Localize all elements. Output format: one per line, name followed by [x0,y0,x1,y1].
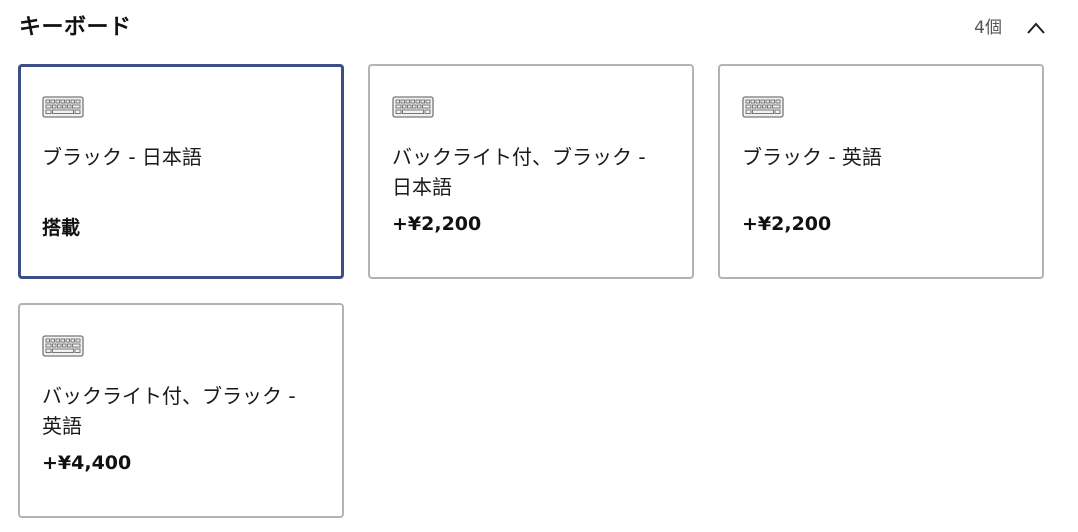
collapse-toggle[interactable] [1024,16,1048,40]
option-price: +¥2,200 [392,213,482,235]
keyboard-icon [42,96,84,118]
option-card-black-japanese[interactable]: ブラック - 日本語 搭載 [18,64,344,279]
option-name: ブラック - 日本語 [42,145,202,169]
option-card-backlit-black-japanese[interactable]: バックライト付、ブラック - 日本語 +¥2,200 [368,64,694,279]
keyboard-options: ブラック - 日本語 搭載 バックライト付、ブラック - 日本語 +¥2,200… [18,64,1044,518]
keyboard-icon [42,335,84,357]
option-name: ブラック - 英語 [742,145,882,169]
keyboard-icon [392,96,434,118]
chevron-up-icon [1027,22,1045,34]
section-title: キーボード [19,15,132,40]
keyboard-icon [742,96,784,118]
option-name: バックライト付、ブラック - 英語 [42,384,296,438]
option-price: +¥4,400 [42,452,132,474]
option-price: +¥2,200 [742,213,832,235]
option-card-backlit-black-english[interactable]: バックライト付、ブラック - 英語 +¥4,400 [18,303,344,518]
option-name: バックライト付、ブラック - 日本語 [392,145,646,199]
option-card-black-english[interactable]: ブラック - 英語 +¥2,200 [718,64,1044,279]
option-price: 搭載 [42,217,81,239]
option-count: 4個 [974,18,1002,38]
